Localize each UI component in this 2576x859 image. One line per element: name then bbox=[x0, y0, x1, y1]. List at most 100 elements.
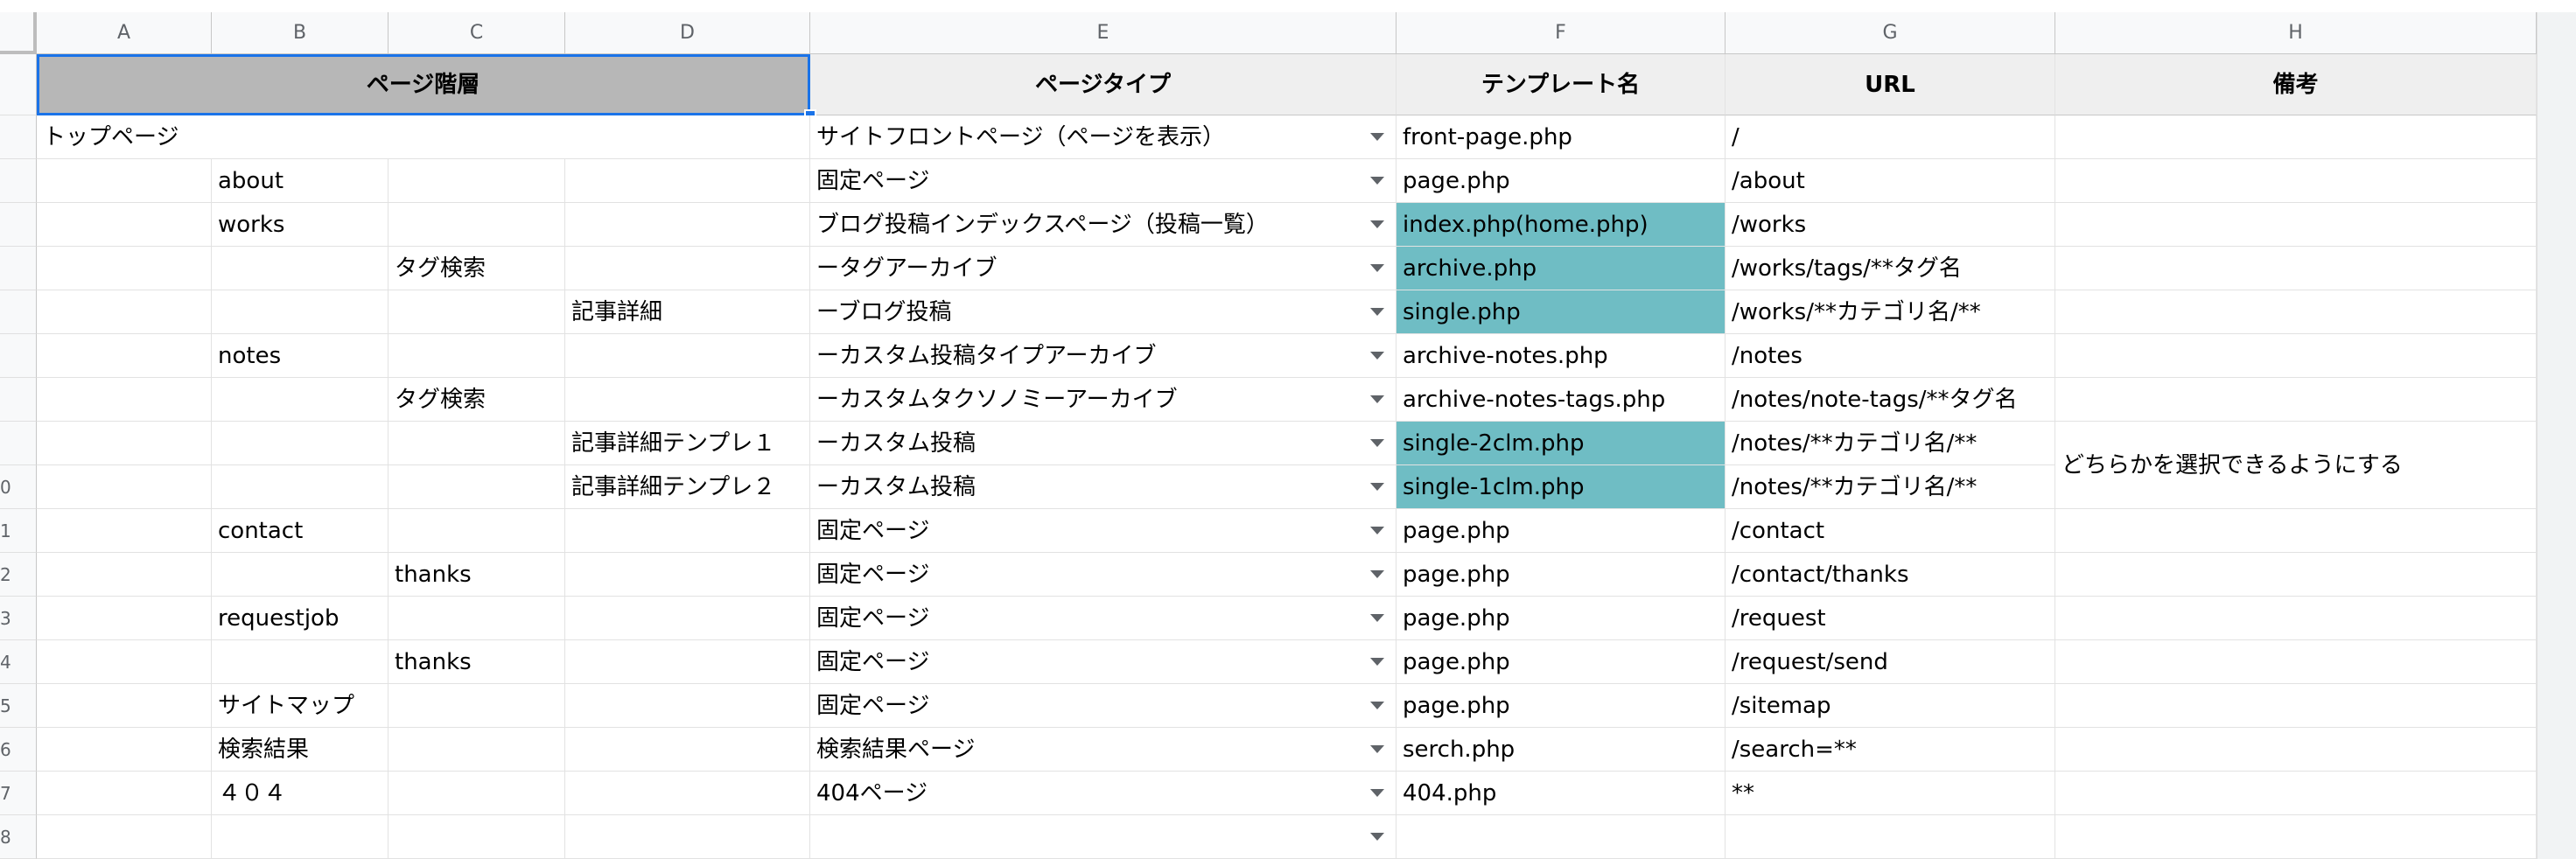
page-name-cell[interactable]: thanks bbox=[388, 640, 565, 684]
hierarchy-cell[interactable] bbox=[37, 640, 212, 684]
url-cell[interactable]: /sitemap bbox=[1726, 684, 2055, 728]
notes-cell[interactable] bbox=[2055, 815, 2537, 859]
template-name-cell[interactable]: single.php bbox=[1396, 290, 1726, 334]
select-all-corner[interactable] bbox=[0, 12, 37, 54]
page-type-dropdown[interactable]: 固定ページ bbox=[810, 509, 1396, 553]
url-cell[interactable]: /about bbox=[1726, 159, 2055, 203]
url-cell[interactable]: /works bbox=[1726, 203, 2055, 247]
page-type-dropdown[interactable]: ーカスタム投稿 bbox=[810, 422, 1396, 465]
chevron-down-icon[interactable] bbox=[1370, 308, 1384, 316]
notes-cell[interactable] bbox=[2055, 203, 2537, 247]
row-header[interactable]: 8 bbox=[0, 815, 37, 859]
template-name-cell[interactable]: front-page.php bbox=[1396, 115, 1726, 159]
page-type-dropdown[interactable]: ーカスタム投稿 bbox=[810, 465, 1396, 509]
page-name-cell[interactable]: 記事詳細テンプレ１ bbox=[565, 422, 810, 465]
spreadsheet-grid[interactable]: A B C D E F G H 0 1 2 3 4 5 6 7 8 ページ階層 ページタイプ テンプレート名 URL 備考… bbox=[0, 0, 2576, 859]
hierarchy-cell[interactable] bbox=[565, 203, 810, 247]
header-page-type[interactable]: ページタイプ bbox=[810, 54, 1396, 115]
hierarchy-cell[interactable] bbox=[388, 290, 565, 334]
hierarchy-cell[interactable] bbox=[37, 378, 212, 422]
vertical-scrollbar-track[interactable] bbox=[2537, 12, 2576, 859]
url-cell[interactable]: /works/tags/**タグ名 bbox=[1726, 247, 2055, 290]
hierarchy-cell[interactable] bbox=[37, 684, 212, 728]
column-header-a[interactable]: A bbox=[37, 12, 212, 54]
url-cell[interactable] bbox=[1726, 815, 2055, 859]
row-header[interactable] bbox=[0, 290, 37, 334]
chevron-down-icon[interactable] bbox=[1370, 789, 1384, 797]
header-template-name[interactable]: テンプレート名 bbox=[1396, 54, 1726, 115]
hierarchy-cell[interactable] bbox=[565, 334, 810, 378]
hierarchy-cell[interactable] bbox=[565, 597, 810, 640]
page-name-cell[interactable]: notes bbox=[212, 334, 388, 378]
template-name-cell[interactable]: archive.php bbox=[1396, 247, 1726, 290]
hierarchy-cell[interactable] bbox=[212, 290, 388, 334]
page-type-dropdown[interactable] bbox=[810, 815, 1396, 859]
hierarchy-cell[interactable] bbox=[212, 465, 388, 509]
hierarchy-cell[interactable] bbox=[565, 247, 810, 290]
url-cell[interactable]: ** bbox=[1726, 772, 2055, 815]
template-name-cell[interactable] bbox=[1396, 815, 1726, 859]
header-url[interactable]: URL bbox=[1726, 54, 2055, 115]
url-cell[interactable]: /notes/**カテゴリ名/** bbox=[1726, 465, 2055, 509]
hierarchy-cell[interactable] bbox=[565, 640, 810, 684]
page-type-dropdown[interactable]: 固定ページ bbox=[810, 640, 1396, 684]
template-name-cell[interactable]: serch.php bbox=[1396, 728, 1726, 772]
hierarchy-cell[interactable] bbox=[212, 378, 388, 422]
page-type-dropdown[interactable]: ブログ投稿インデックスページ（投稿一覧） bbox=[810, 203, 1396, 247]
hierarchy-cell[interactable] bbox=[565, 684, 810, 728]
notes-merged-cell[interactable]: どちらかを選択できるようにする bbox=[2055, 422, 2537, 509]
url-cell[interactable]: /notes/note-tags/**タグ名 bbox=[1726, 378, 2055, 422]
template-name-cell[interactable]: archive-notes.php bbox=[1396, 334, 1726, 378]
chevron-down-icon[interactable] bbox=[1370, 527, 1384, 534]
chevron-down-icon[interactable] bbox=[1370, 177, 1384, 185]
page-name-cell[interactable]: 記事詳細テンプレ２ bbox=[565, 465, 810, 509]
hierarchy-cell[interactable] bbox=[565, 378, 810, 422]
hierarchy-cell[interactable] bbox=[388, 728, 565, 772]
template-name-cell[interactable]: page.php bbox=[1396, 640, 1726, 684]
template-name-cell[interactable]: page.php bbox=[1396, 159, 1726, 203]
url-cell[interactable]: /request/send bbox=[1726, 640, 2055, 684]
page-type-dropdown[interactable]: ーカスタム投稿タイプアーカイブ bbox=[810, 334, 1396, 378]
hierarchy-cell[interactable] bbox=[212, 640, 388, 684]
column-header-b[interactable]: B bbox=[212, 12, 388, 54]
hierarchy-cell[interactable] bbox=[37, 159, 212, 203]
notes-cell[interactable] bbox=[2055, 553, 2537, 597]
page-name-cell[interactable]: ４０４ bbox=[212, 772, 388, 815]
hierarchy-cell[interactable] bbox=[388, 684, 565, 728]
row-header[interactable]: 5 bbox=[0, 684, 37, 728]
template-name-cell[interactable]: page.php bbox=[1396, 509, 1726, 553]
hierarchy-cell[interactable] bbox=[37, 728, 212, 772]
row-header[interactable]: 0 bbox=[0, 465, 37, 509]
page-type-dropdown[interactable]: 404ページ bbox=[810, 772, 1396, 815]
url-cell[interactable]: /notes/**カテゴリ名/** bbox=[1726, 422, 2055, 465]
notes-cell[interactable] bbox=[2055, 290, 2537, 334]
page-type-dropdown[interactable]: サイトフロントページ（ページを表示） bbox=[810, 115, 1396, 159]
row-header[interactable] bbox=[0, 422, 37, 465]
page-name-cell[interactable]: contact bbox=[212, 509, 388, 553]
row-header[interactable] bbox=[0, 247, 37, 290]
url-cell[interactable]: /search=** bbox=[1726, 728, 2055, 772]
page-type-dropdown[interactable]: 固定ページ bbox=[810, 553, 1396, 597]
row-header[interactable]: 1 bbox=[0, 509, 37, 553]
chevron-down-icon[interactable] bbox=[1370, 395, 1384, 403]
page-name-cell[interactable] bbox=[212, 815, 388, 859]
hierarchy-cell[interactable] bbox=[388, 422, 565, 465]
hierarchy-cell[interactable] bbox=[37, 815, 212, 859]
hierarchy-cell[interactable] bbox=[37, 553, 212, 597]
notes-cell[interactable] bbox=[2055, 772, 2537, 815]
notes-cell[interactable] bbox=[2055, 640, 2537, 684]
page-name-cell[interactable]: requestjob bbox=[212, 597, 388, 640]
hierarchy-cell[interactable] bbox=[388, 465, 565, 509]
hierarchy-cell[interactable] bbox=[212, 247, 388, 290]
hierarchy-cell[interactable] bbox=[37, 334, 212, 378]
page-name-cell[interactable]: 記事詳細 bbox=[565, 290, 810, 334]
chevron-down-icon[interactable] bbox=[1370, 264, 1384, 272]
hierarchy-cell[interactable] bbox=[212, 422, 388, 465]
chevron-down-icon[interactable] bbox=[1370, 745, 1384, 753]
template-name-cell[interactable]: single-1clm.php bbox=[1396, 465, 1726, 509]
template-name-cell[interactable]: page.php bbox=[1396, 684, 1726, 728]
page-name-cell[interactable]: サイトマップ bbox=[212, 684, 388, 728]
row-header[interactable]: 2 bbox=[0, 553, 37, 597]
row-header[interactable] bbox=[0, 203, 37, 247]
page-type-dropdown[interactable]: ーカスタムタクソノミーアーカイブ bbox=[810, 378, 1396, 422]
